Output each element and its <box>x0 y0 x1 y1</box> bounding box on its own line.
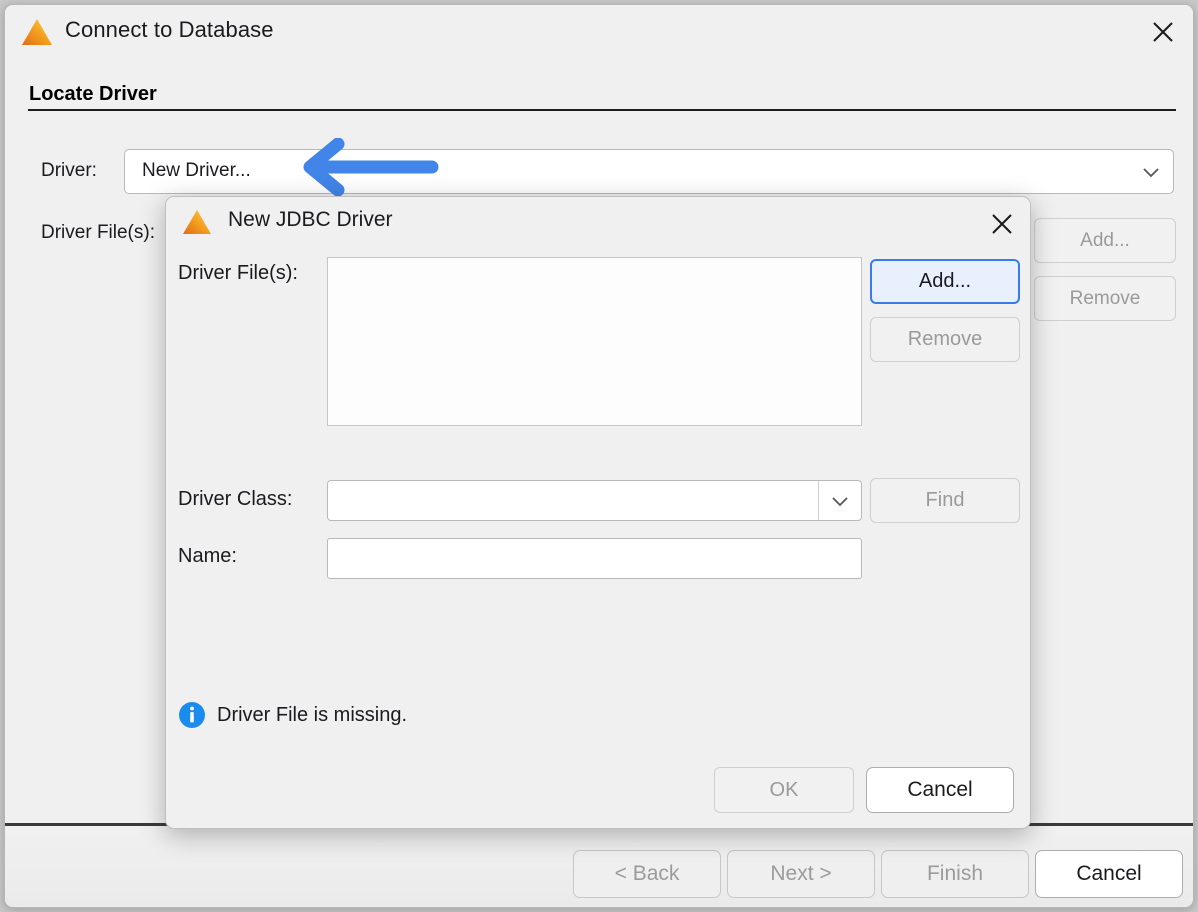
ok-button: OK <box>714 767 854 813</box>
driver-class-combobox[interactable] <box>327 480 862 521</box>
inner-dialog-title: New JDBC Driver <box>228 208 393 231</box>
driver-class-label: Driver Class: <box>178 488 293 510</box>
outer-dialog-titlebar: Connect to Database <box>5 5 1193 57</box>
chevron-down-icon[interactable] <box>1139 162 1163 182</box>
new-jdbc-driver-dialog: New JDBC Driver Driver File(s): Add... R… <box>165 196 1031 829</box>
remove-driver-file-button: Remove <box>1034 276 1176 321</box>
driver-files-label: Driver File(s): <box>178 262 298 284</box>
triangle-logo-icon <box>21 17 53 47</box>
driver-label: Driver: <box>41 160 97 181</box>
driver-files-label: Driver File(s): <box>41 222 155 243</box>
status-message-text: Driver File is missing. <box>217 703 408 726</box>
close-icon[interactable] <box>1145 15 1181 49</box>
add-driver-file-button: Add... <box>1034 218 1176 263</box>
cancel-button[interactable]: Cancel <box>866 767 1014 813</box>
remove-driver-file-button: Remove <box>870 317 1020 362</box>
name-label: Name: <box>178 545 237 567</box>
find-button: Find <box>870 478 1020 523</box>
add-driver-file-button[interactable]: Add... <box>870 259 1020 304</box>
driver-combobox-value: New Driver... <box>142 160 251 181</box>
cancel-button[interactable]: Cancel <box>1035 850 1183 898</box>
next-button: Next > <box>727 850 875 898</box>
driver-combobox[interactable]: New Driver... <box>124 149 1174 194</box>
info-icon <box>178 701 206 729</box>
close-icon[interactable] <box>984 207 1020 241</box>
section-heading: Locate Driver <box>29 83 157 105</box>
heading-divider <box>28 109 1176 111</box>
triangle-logo-icon <box>182 208 212 236</box>
name-input[interactable] <box>327 538 862 579</box>
inner-dialog-titlebar: New JDBC Driver <box>166 197 1030 249</box>
page-title: Connect to Database <box>65 17 274 42</box>
finish-button: Finish <box>881 850 1029 898</box>
chevron-down-icon[interactable] <box>818 481 861 520</box>
back-button: < Back <box>573 850 721 898</box>
status-message: Driver File is missing. <box>178 701 407 729</box>
wizard-footer: < Back Next > Finish Cancel <box>5 826 1193 907</box>
driver-files-list[interactable] <box>327 257 862 426</box>
